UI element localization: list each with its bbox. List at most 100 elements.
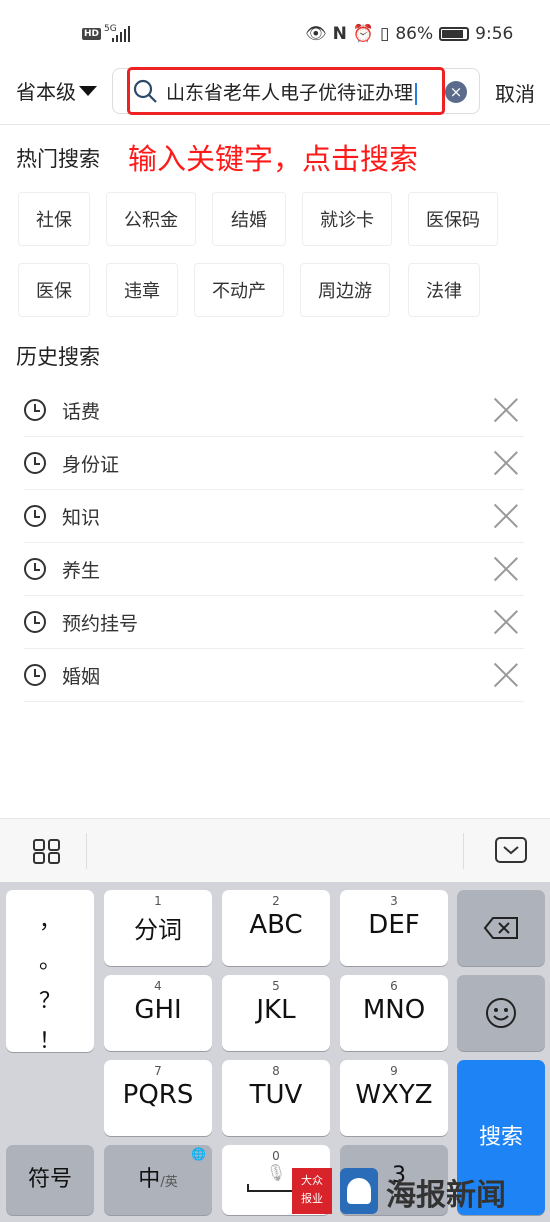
watermark-logo-seal bbox=[340, 1168, 378, 1214]
key-number: 7 bbox=[154, 1064, 162, 1078]
text-cursor bbox=[415, 82, 418, 105]
history-item[interactable]: 话费 bbox=[24, 384, 524, 437]
clear-icon[interactable]: × bbox=[445, 81, 467, 103]
key-1[interactable]: 1 分词 bbox=[104, 890, 212, 966]
hot-tag[interactable]: 公积金 bbox=[106, 192, 196, 246]
punct-key[interactable]: ？ bbox=[6, 982, 94, 1022]
key-number: 9 bbox=[390, 1064, 398, 1078]
punct-key[interactable]: ！ bbox=[6, 1022, 94, 1062]
battery-percent: 86% bbox=[395, 24, 434, 44]
delete-icon[interactable] bbox=[494, 610, 518, 634]
hot-tag[interactable]: 违章 bbox=[106, 263, 178, 317]
eye-icon: 👁 bbox=[305, 24, 327, 44]
key-label: ABC bbox=[249, 910, 303, 940]
punct-key[interactable]: ， bbox=[6, 902, 94, 942]
hot-tag[interactable]: 结婚 bbox=[212, 192, 286, 246]
key-number: 1 bbox=[154, 894, 162, 908]
history-item[interactable]: 知识 bbox=[24, 490, 524, 543]
emoji-icon bbox=[486, 998, 516, 1028]
hot-tag[interactable]: 就诊卡 bbox=[302, 192, 392, 246]
key-label: WXYZ bbox=[355, 1080, 433, 1110]
history-item[interactable]: 婚姻 bbox=[24, 649, 524, 702]
hot-tag[interactable]: 周边游 bbox=[300, 263, 390, 317]
delete-icon[interactable] bbox=[494, 451, 518, 475]
clock-icon bbox=[24, 664, 46, 686]
watermark-text: 海报新闻 bbox=[386, 1178, 506, 1213]
hot-search-title: 热门搜索 bbox=[16, 147, 100, 171]
clock-time: 9:56 bbox=[475, 24, 514, 44]
key-4[interactable]: 4 GHI bbox=[104, 975, 212, 1051]
status-bar: HD 5G 👁 N ⏰ ▯ 86% 9:56 bbox=[0, 22, 550, 50]
region-selector[interactable]: 省本级 bbox=[16, 76, 97, 105]
key-9[interactable]: 9 WXYZ bbox=[340, 1060, 448, 1136]
nfc-icon: N bbox=[332, 24, 347, 44]
key-label: JKL bbox=[256, 995, 296, 1025]
key-label: TUV bbox=[249, 1080, 303, 1110]
alarm-icon: ⏰ bbox=[352, 24, 374, 44]
delete-icon[interactable] bbox=[494, 663, 518, 687]
key-5[interactable]: 5 JKL bbox=[222, 975, 330, 1051]
lang-main: 中 bbox=[138, 1167, 161, 1192]
symbol-key[interactable]: 符号 bbox=[6, 1145, 94, 1215]
emoji-key[interactable] bbox=[457, 975, 545, 1051]
divider bbox=[0, 124, 550, 125]
key-3[interactable]: 3 DEF bbox=[340, 890, 448, 966]
key-label: MNO bbox=[362, 995, 426, 1025]
delete-icon[interactable] bbox=[494, 504, 518, 528]
history-label: 婚姻 bbox=[62, 665, 101, 688]
toolbar-divider bbox=[86, 833, 87, 869]
caret-down-icon bbox=[79, 85, 97, 96]
delete-icon[interactable] bbox=[494, 398, 518, 422]
hide-keyboard-icon[interactable] bbox=[495, 837, 527, 863]
hot-tag[interactable]: 法律 bbox=[408, 263, 480, 317]
key-number: 0 bbox=[272, 1149, 280, 1163]
hot-tag[interactable]: 医保 bbox=[18, 263, 90, 317]
history-item[interactable]: 预约挂号 bbox=[24, 596, 524, 649]
clock-icon bbox=[24, 505, 46, 527]
hot-tag[interactable]: 社保 bbox=[18, 192, 90, 246]
watermark-logo-dazhong: 大众 报业 bbox=[292, 1168, 332, 1214]
clock-icon bbox=[24, 558, 46, 580]
key-number: 4 bbox=[154, 979, 162, 993]
key-label: 分词 bbox=[134, 916, 182, 944]
key-2[interactable]: 2 ABC bbox=[222, 890, 330, 966]
region-label: 省本级 bbox=[16, 80, 76, 104]
grid-menu-icon[interactable] bbox=[33, 839, 61, 865]
key-6[interactable]: 6 MNO bbox=[340, 975, 448, 1051]
hot-tag[interactable]: 医保码 bbox=[408, 192, 498, 246]
history-label: 养生 bbox=[62, 559, 101, 582]
hd-badge: HD bbox=[82, 28, 102, 40]
search-value: 山东省老年人电子优待证办理 bbox=[166, 82, 414, 104]
key-number: 8 bbox=[272, 1064, 280, 1078]
battery-icon bbox=[439, 27, 470, 41]
search-input[interactable]: 山东省老年人电子优待证办理 bbox=[166, 78, 418, 105]
clock-icon bbox=[24, 452, 46, 474]
history-label: 预约挂号 bbox=[62, 612, 139, 635]
cancel-button[interactable]: 取消 bbox=[495, 78, 535, 107]
history-title: 历史搜索 bbox=[16, 345, 100, 369]
punctuation-column[interactable]: ， 。 ？ ！ bbox=[6, 890, 94, 1054]
search-icon bbox=[133, 79, 157, 103]
hot-tag[interactable]: 不动产 bbox=[194, 263, 284, 317]
clock-icon bbox=[24, 611, 46, 633]
instruction-annotation: 输入关键字，点击搜索 bbox=[128, 142, 419, 176]
history-label: 身份证 bbox=[62, 453, 120, 476]
key-label: DEF bbox=[368, 910, 420, 940]
vibrate-icon: ▯ bbox=[380, 24, 390, 44]
key-8[interactable]: 8 TUV bbox=[222, 1060, 330, 1136]
history-label: 话费 bbox=[62, 400, 101, 423]
keyboard-toolbar bbox=[0, 818, 550, 882]
language-toggle-key[interactable]: 中/英 🌐 bbox=[104, 1145, 212, 1215]
globe-icon: 🌐 bbox=[191, 1147, 206, 1161]
key-label: GHI bbox=[134, 995, 182, 1025]
punct-key[interactable]: 。 bbox=[6, 942, 94, 982]
history-item[interactable]: 养生 bbox=[24, 543, 524, 596]
key-number: 5 bbox=[272, 979, 280, 993]
toolbar-divider bbox=[463, 833, 464, 869]
backspace-key[interactable] bbox=[457, 890, 545, 966]
backspace-icon bbox=[483, 917, 518, 939]
delete-icon[interactable] bbox=[494, 557, 518, 581]
signal-icon bbox=[112, 26, 130, 42]
key-number: 2 bbox=[272, 894, 280, 908]
history-item[interactable]: 身份证 bbox=[24, 437, 524, 490]
